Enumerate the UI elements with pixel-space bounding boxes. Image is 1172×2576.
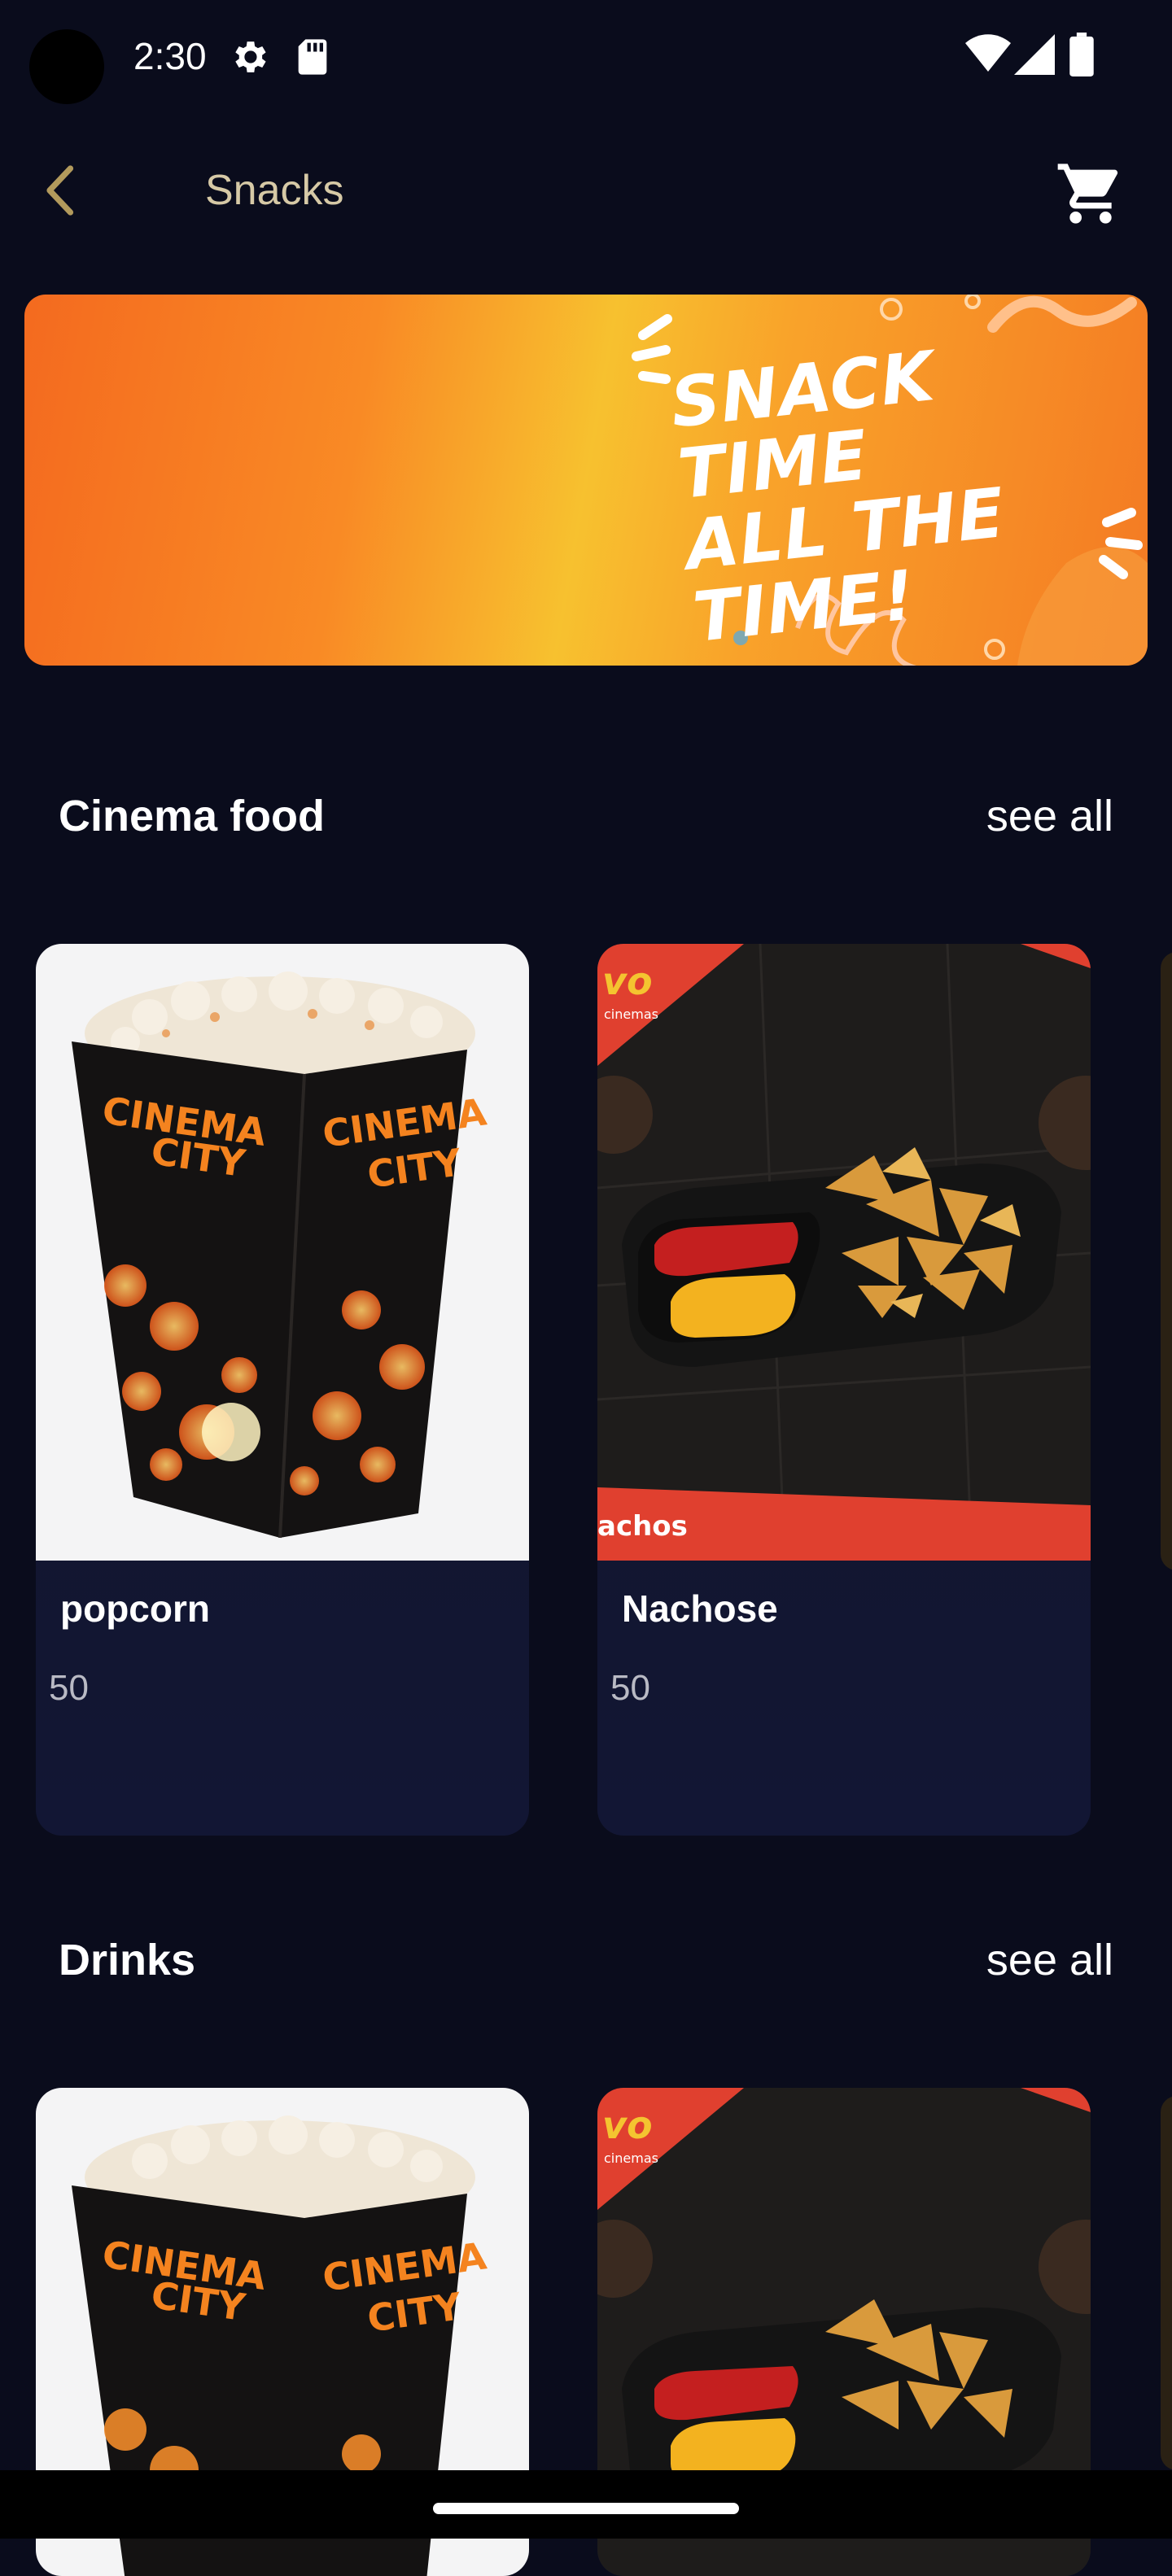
product-name: Nachose — [622, 1587, 778, 1630]
nachos-image: vo cinemas achos — [597, 944, 1091, 1561]
drink-brand-text: cinemas — [604, 2150, 658, 2166]
svg-text:vo: vo — [602, 2103, 653, 2147]
svg-text:vo: vo — [602, 959, 653, 1003]
sd-card-icon — [298, 39, 327, 75]
app-bar: Snacks — [0, 146, 1172, 236]
wifi-icon — [965, 34, 1011, 72]
home-gesture-pill[interactable] — [433, 2503, 739, 2514]
section-title: Cinema food — [59, 792, 326, 840]
section-header-drinks: Drinks see all — [59, 1935, 1113, 2000]
promo-banner[interactable]: SNACK TIME ALL THE TIME! — [24, 295, 1148, 666]
status-bar: 2:30 — [0, 0, 1172, 114]
product-card-popcorn[interactable]: CINEMA CITY CINEMA CITY popcorn 50 — [36, 944, 529, 1836]
page-title: Snacks — [205, 167, 344, 214]
battery-icon — [1069, 33, 1094, 76]
back-chevron-icon[interactable] — [33, 161, 91, 220]
status-time: 2:30 — [133, 35, 207, 77]
next-card-peek[interactable] — [1161, 2096, 1172, 2470]
section-header-cinema-food: Cinema food see all — [59, 791, 1113, 856]
product-card-nachose[interactable]: vo cinemas achos Nachose 50 — [597, 944, 1091, 1836]
section-title: Drinks — [59, 1936, 196, 1984]
shopping-cart-icon[interactable] — [1055, 158, 1126, 229]
popcorn-image: CINEMA CITY CINEMA CITY — [36, 944, 529, 1561]
see-all-link[interactable]: see all — [986, 791, 1113, 841]
settings-gear-icon — [235, 41, 266, 72]
system-nav-bar — [0, 2470, 1172, 2539]
signal-icon — [1014, 34, 1055, 75]
nachos-strip-text: achos — [597, 1510, 688, 1543]
product-name: popcorn — [60, 1587, 210, 1630]
see-all-link[interactable]: see all — [986, 1935, 1113, 1985]
nachos-brand-text: cinemas — [604, 1006, 658, 1022]
product-price: 50 — [49, 1668, 89, 1708]
product-price: 50 — [610, 1668, 650, 1708]
camera-cutout — [29, 29, 104, 104]
banner-headline: SNACK TIME ALL THE TIME! — [667, 320, 1148, 657]
next-card-peek[interactable] — [1161, 952, 1172, 1570]
